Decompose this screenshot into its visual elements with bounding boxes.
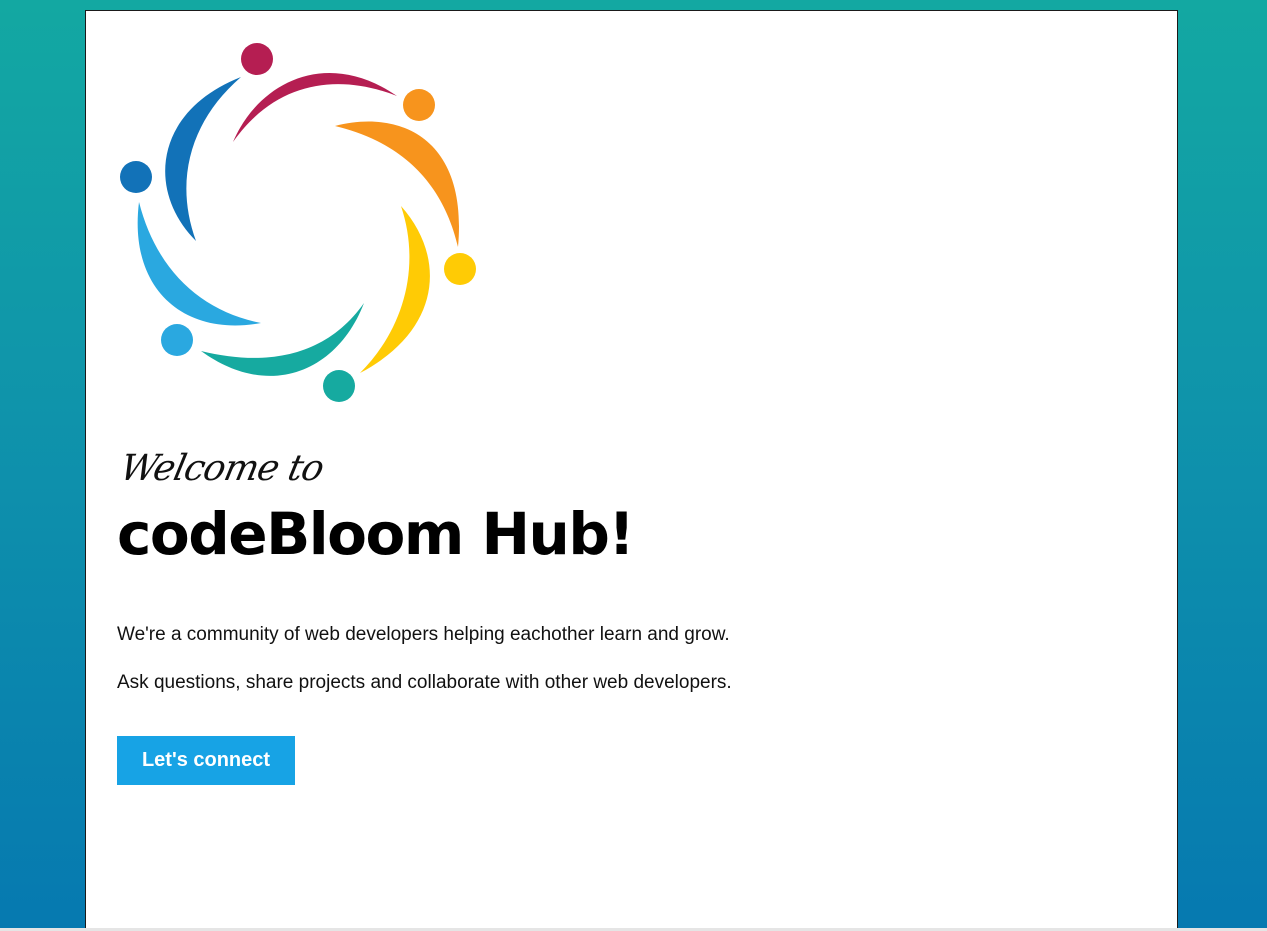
intro-paragraph: We're a community of web developers help…: [117, 624, 730, 645]
lets-connect-button[interactable]: Let's connect: [117, 736, 295, 785]
person-light-blue-icon: [137, 202, 261, 356]
community-logo-icon: [120, 43, 476, 402]
person-orange-icon: [335, 89, 459, 247]
welcome-script: Welcome to: [116, 448, 328, 489]
welcome-card: Welcome to codeBloom Hub! We're a commun…: [85, 10, 1178, 929]
top-strip: [0, 0, 1267, 4]
intro-paragraph-secondary: Ask questions, share projects and collab…: [117, 672, 732, 693]
page-title: codeBloom Hub!: [117, 500, 635, 568]
